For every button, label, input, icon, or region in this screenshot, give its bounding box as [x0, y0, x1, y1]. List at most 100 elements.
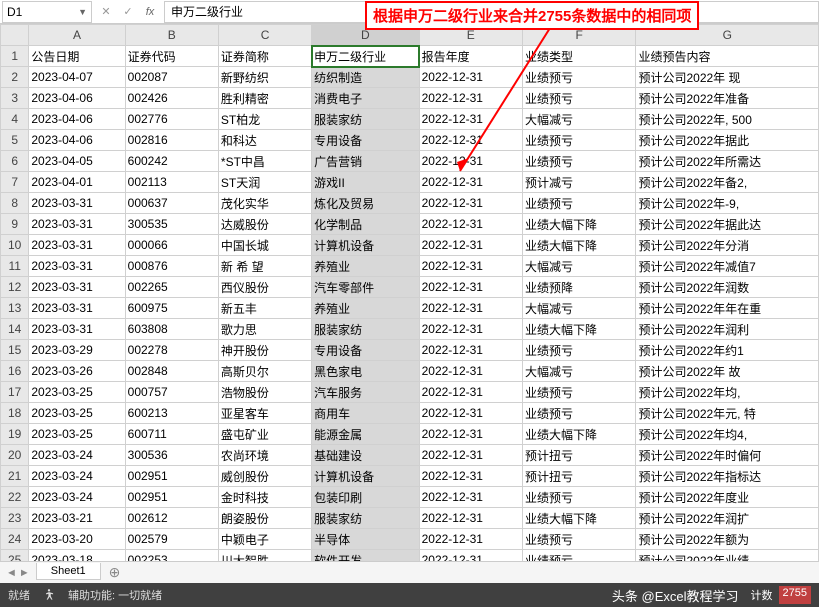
cell[interactable]: 中国长城 — [218, 235, 311, 256]
cell[interactable]: 预计公司2022年润扩 — [636, 508, 819, 529]
cell[interactable]: 预计减亏 — [522, 172, 636, 193]
cell[interactable]: 000066 — [125, 235, 218, 256]
cell[interactable]: 2023-03-31 — [29, 319, 125, 340]
fx-icon[interactable]: fx — [140, 2, 160, 22]
cell[interactable]: 2023-04-06 — [29, 109, 125, 130]
cell[interactable]: 预计公司2022年指标达 — [636, 466, 819, 487]
cell[interactable]: 亚星客车 — [218, 403, 311, 424]
row-header[interactable]: 23 — [1, 508, 29, 529]
cell[interactable]: 业绩预亏 — [522, 88, 636, 109]
cell[interactable]: 歌力思 — [218, 319, 311, 340]
cell[interactable]: 预计公司2022年均4, — [636, 424, 819, 445]
cell[interactable]: 能源金属 — [312, 424, 419, 445]
cell[interactable]: 新五丰 — [218, 298, 311, 319]
col-header-a[interactable]: A — [29, 25, 125, 46]
cell[interactable]: 盛屯矿业 — [218, 424, 311, 445]
cell[interactable]: 申万二级行业 — [312, 46, 419, 67]
cell[interactable]: 002776 — [125, 109, 218, 130]
cell[interactable]: 业绩预亏 — [522, 550, 636, 562]
row-header[interactable]: 3 — [1, 88, 29, 109]
cell[interactable]: 002113 — [125, 172, 218, 193]
cell[interactable]: 预计公司2022年均, — [636, 382, 819, 403]
cell[interactable]: 预计公司2022年润数 — [636, 277, 819, 298]
cell[interactable]: 300535 — [125, 214, 218, 235]
cell[interactable]: 金时科技 — [218, 487, 311, 508]
row-header[interactable]: 2 — [1, 67, 29, 88]
cell[interactable]: 2022-12-31 — [419, 466, 522, 487]
cell[interactable]: 养殖业 — [312, 256, 419, 277]
cell[interactable]: 预计公司2022年所需达 — [636, 151, 819, 172]
cell[interactable]: 业绩预亏 — [522, 67, 636, 88]
cell[interactable]: 消费电子 — [312, 88, 419, 109]
row-header[interactable]: 11 — [1, 256, 29, 277]
cell[interactable]: 游戏II — [312, 172, 419, 193]
cell[interactable]: 中颖电子 — [218, 529, 311, 550]
cell[interactable]: 达威股份 — [218, 214, 311, 235]
cell[interactable]: 软件开发 — [312, 550, 419, 562]
cell[interactable]: 预计公司2022年业绩 — [636, 550, 819, 562]
cell[interactable]: 业绩预亏 — [522, 487, 636, 508]
cell[interactable]: 2022-12-31 — [419, 256, 522, 277]
row-header[interactable]: 21 — [1, 466, 29, 487]
cell[interactable]: 农尚环境 — [218, 445, 311, 466]
row-header[interactable]: 5 — [1, 130, 29, 151]
cell[interactable]: 002426 — [125, 88, 218, 109]
cell[interactable]: 2022-12-31 — [419, 487, 522, 508]
cell[interactable]: 广告营销 — [312, 151, 419, 172]
cell[interactable]: 高斯贝尔 — [218, 361, 311, 382]
cell[interactable]: 002612 — [125, 508, 218, 529]
cell[interactable]: 2023-03-24 — [29, 466, 125, 487]
cell[interactable]: 预计扭亏 — [522, 466, 636, 487]
cell[interactable]: 预计公司2022年 现 — [636, 67, 819, 88]
cell[interactable]: 服装家纺 — [312, 508, 419, 529]
cell[interactable]: 黑色家电 — [312, 361, 419, 382]
cell[interactable]: 2023-03-25 — [29, 403, 125, 424]
cell[interactable]: 预计公司2022年 故 — [636, 361, 819, 382]
cell[interactable]: 业绩大幅下降 — [522, 319, 636, 340]
cell[interactable]: 600975 — [125, 298, 218, 319]
cell[interactable]: 2023-03-25 — [29, 424, 125, 445]
row-header[interactable]: 14 — [1, 319, 29, 340]
cell[interactable]: 2023-03-31 — [29, 214, 125, 235]
cell[interactable]: 2022-12-31 — [419, 67, 522, 88]
cell[interactable]: *ST中昌 — [218, 151, 311, 172]
cell[interactable]: 证券代码 — [125, 46, 218, 67]
cell[interactable]: 汽车服务 — [312, 382, 419, 403]
cell[interactable]: 2022-12-31 — [419, 424, 522, 445]
cell[interactable]: 计算机设备 — [312, 235, 419, 256]
cell[interactable]: 预计公司2022年约1 — [636, 340, 819, 361]
row-header[interactable]: 13 — [1, 298, 29, 319]
add-sheet-button[interactable]: ⊕ — [101, 564, 129, 581]
cell[interactable]: 002848 — [125, 361, 218, 382]
cell[interactable]: 002951 — [125, 466, 218, 487]
cell[interactable]: 大幅减亏 — [522, 361, 636, 382]
cell[interactable]: 000637 — [125, 193, 218, 214]
cell[interactable]: 2022-12-31 — [419, 277, 522, 298]
row-header[interactable]: 6 — [1, 151, 29, 172]
row-header[interactable]: 4 — [1, 109, 29, 130]
row-header[interactable]: 7 — [1, 172, 29, 193]
cell[interactable]: 威创股份 — [218, 466, 311, 487]
cell[interactable]: 业绩预亏 — [522, 403, 636, 424]
cell[interactable]: 2022-12-31 — [419, 235, 522, 256]
cell[interactable]: 新 希 望 — [218, 256, 311, 277]
cell[interactable]: 预计公司2022年减值7 — [636, 256, 819, 277]
row-header[interactable]: 16 — [1, 361, 29, 382]
cell[interactable]: 预计公司2022年分消 — [636, 235, 819, 256]
cell[interactable]: 朗姿股份 — [218, 508, 311, 529]
cell[interactable]: 证券简称 — [218, 46, 311, 67]
cell[interactable]: 2022-12-31 — [419, 319, 522, 340]
cell[interactable]: 业绩预亏 — [522, 382, 636, 403]
select-all-corner[interactable] — [1, 25, 29, 46]
cell[interactable]: 600711 — [125, 424, 218, 445]
col-header-b[interactable]: B — [125, 25, 218, 46]
cell[interactable]: 预计公司2022年年在重 — [636, 298, 819, 319]
cell[interactable]: 预计公司2022年据此 — [636, 130, 819, 151]
cell[interactable]: 2022-12-31 — [419, 172, 522, 193]
cell[interactable]: 2022-12-31 — [419, 550, 522, 562]
cell[interactable]: 002265 — [125, 277, 218, 298]
cell[interactable]: 2022-12-31 — [419, 193, 522, 214]
row-header[interactable]: 19 — [1, 424, 29, 445]
cell[interactable]: 浩物股份 — [218, 382, 311, 403]
row-header[interactable]: 17 — [1, 382, 29, 403]
